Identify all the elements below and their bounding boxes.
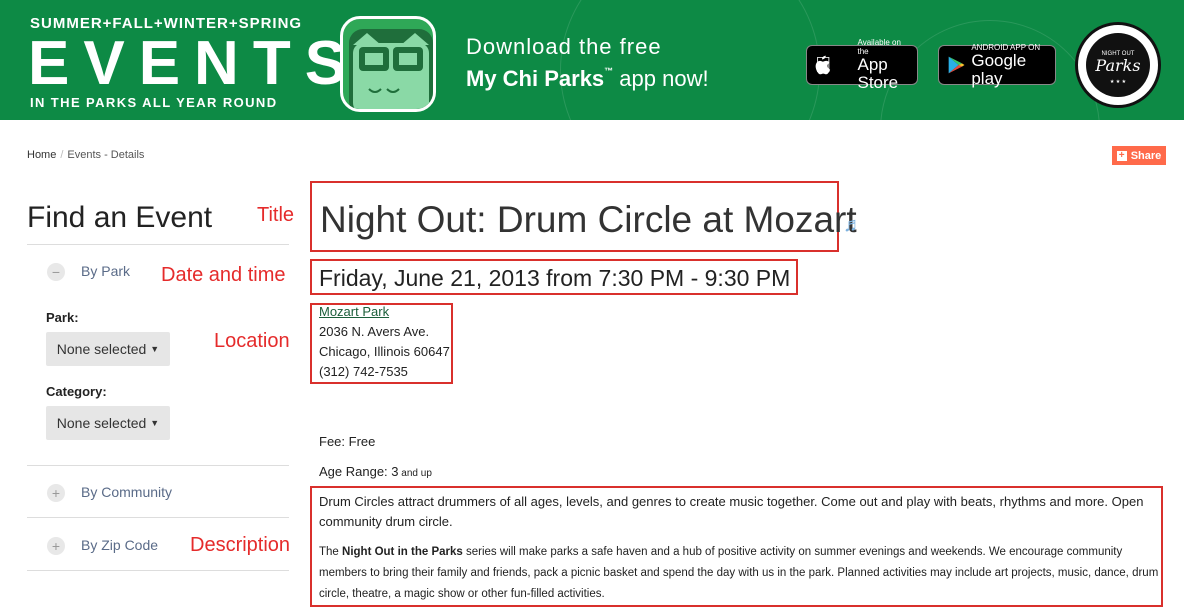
divider [27,244,289,245]
category-label: Category: [46,384,107,399]
svg-text:Parks: Parks [1094,56,1140,75]
breadcrumb: Home / Events - Details [27,149,144,161]
app-store-big: App Store [841,50,899,92]
share-button[interactable]: + Share [1112,146,1166,165]
google-play-icon [948,56,965,74]
park-link-line: Mozart Park [319,304,389,319]
annotation-title: Title [257,204,295,226]
banner-swirl [560,0,820,120]
divider [27,517,289,518]
event-address: 2036 N. Avers Ave. [319,324,430,339]
breadcrumb-home[interactable]: Home [27,149,56,161]
event-date-time: Friday, June 21, 2013 from 7:30 PM - 9:3… [319,265,791,291]
category-select[interactable]: None selected ▼ [46,406,170,440]
app-store-text: Available on the App Store [858,38,910,92]
svg-text:★ ★ ★: ★ ★ ★ [1110,79,1127,85]
download-app-text: My Chi Parks™ app now! [466,66,709,92]
trademark: ™ [604,66,614,76]
plus-icon[interactable]: + [47,484,65,502]
app-store-button[interactable]:  Available on the App Store [806,38,918,92]
apple-logo-icon [815,55,831,75]
seal-inner: Parks NIGHT OUT ★ ★ ★ [1086,33,1150,97]
breadcrumb-current: Events - Details [67,149,145,161]
event-series-description: The Night Out in the Parks series will m… [319,542,1159,605]
event-city: Chicago, Illinois 60647 [319,344,450,359]
accordion-by-park[interactable]: By Park [81,263,130,279]
owl-app-icon[interactable] [340,16,436,112]
divider [27,570,289,571]
download-text: Download the free [466,34,662,59]
minus-icon[interactable]: − [47,263,65,281]
annotation-location: Location [214,330,290,352]
plus-icon: + [1116,150,1127,161]
caret-down-icon: ▼ [150,344,160,354]
annotation-date-time: Date and time [161,264,286,286]
park-select[interactable]: None selected ▼ [46,332,170,366]
banner-tagline: IN THE PARKS ALL YEAR ROUND [30,95,278,110]
series-name: Night Out in the Parks [342,546,463,558]
event-title: Night Out: Drum Circle at Mozart [320,199,857,240]
google-play-big: Google play [971,50,1027,88]
age-range-label: Age Range: 3 [319,464,399,479]
event-age-range: Age Range: 3 and up [319,464,432,479]
sidebar-title: Find an Event [27,201,213,234]
music-note-icon: ♬ [843,214,863,236]
app-store-small: Available on the [841,38,901,56]
age-range-suffix: and up [398,468,432,479]
events-banner[interactable]: SUMMER+FALL+WINTER+SPRING EVENTS IN THE … [0,0,1184,120]
svg-text:NIGHT OUT: NIGHT OUT [1102,51,1135,57]
accordion-by-community[interactable]: By Community [81,484,172,500]
banner-events-title: EVENTS [28,29,361,98]
park-select-value: None selected [56,341,147,357]
breadcrumb-separator: / [60,149,64,161]
night-out-seal-logo[interactable]: Parks NIGHT OUT ★ ★ ★ [1075,22,1161,108]
caret-down-icon: ▼ [150,418,160,428]
download-rest: app now! [613,66,709,91]
annotation-description: Description [190,534,291,556]
event-description: Drum Circles attract drummers of all age… [319,494,1144,529]
plus-icon[interactable]: + [47,537,65,555]
divider [27,465,289,466]
park-link[interactable]: Mozart Park [319,304,389,319]
event-fee: Fee: Free [319,434,376,449]
event-phone: (312) 742-7535 [319,364,408,379]
series-pre: The [319,546,343,558]
category-select-value: None selected [56,415,147,431]
accordion-by-zip-code[interactable]: By Zip Code [81,537,158,553]
share-label: Share [1130,149,1162,162]
google-play-button[interactable]: ANDROID APP ON Google play [938,43,1056,88]
app-name: My Chi Parks [466,66,605,91]
google-play-text: ANDROID APP ON Google play [971,43,1047,88]
park-label: Park: [46,310,79,325]
